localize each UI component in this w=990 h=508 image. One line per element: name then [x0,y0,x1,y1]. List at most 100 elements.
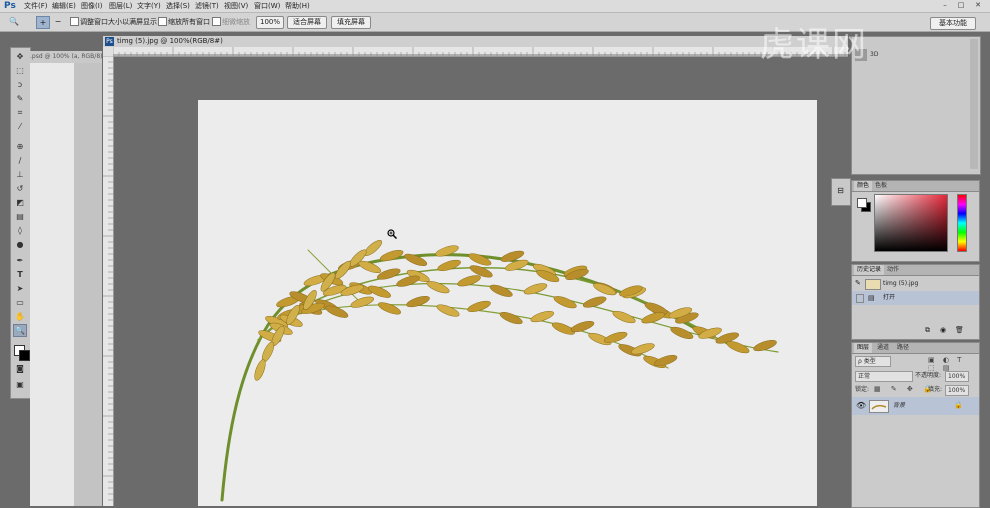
background-document-panel [74,63,102,506]
color-spectrum-field[interactable] [874,194,948,252]
zoom-out-icon[interactable]: − [52,16,64,27]
layers-panel: 图层 通道 路径 ρ 类型 ▣ ◐ T ⬚ ▤ 正常 不透明度: 100% 锁定… [851,342,980,508]
history-state-open[interactable]: ▤ 打开 [852,291,979,305]
scrubby-zoom-checkbox[interactable] [212,17,221,26]
rice-grain [426,281,450,294]
history-panel-tabs: 历史记录 动作 [852,265,979,276]
eyedropper-tool-icon[interactable]: ⁄ [13,120,27,133]
snapshot-name: timg (5).jpg [883,280,919,287]
rice-grain [406,296,430,308]
gradient-tool-icon[interactable]: ▤ [13,210,27,223]
document-canvas[interactable] [198,100,817,506]
lock-icons[interactable]: ▦ ✎ ✥ 🔒 [874,385,936,393]
panel-scrollbar[interactable] [970,39,978,169]
path-select-icon[interactable]: ➤ [13,282,27,295]
zoom-100-button[interactable]: 100% [256,16,284,29]
menu-layer[interactable]: 图层(L) [109,0,132,12]
maximize-button[interactable]: □ [955,1,967,10]
history-brush-icon[interactable]: ↺ [13,182,27,195]
fill-input[interactable]: 100% [945,385,969,396]
healing-brush-icon[interactable]: ⊕ [13,140,27,153]
layer-filter-icons[interactable]: ▣ ◐ T ⬚ ▤ [928,356,979,372]
shape-tool-icon[interactable]: ▭ [13,296,27,309]
layer-kind-filter[interactable]: ρ 类型 [855,356,891,367]
minimize-button[interactable]: – [939,1,951,10]
zoom-tool-preset-icon[interactable]: 🔍 [8,16,20,27]
lasso-tool-icon[interactable]: ↄ [13,78,27,91]
menu-select[interactable]: 选择(S) [166,0,190,12]
zoom-in-icon[interactable]: + [36,16,50,29]
brush-tool-icon[interactable]: ∕ [13,154,27,167]
horizontal-ruler[interactable] [113,47,848,57]
hand-tool-icon[interactable]: ✋ [13,310,27,323]
layer-name: 背景 [893,402,906,409]
zoom-all-checkbox[interactable] [158,17,167,26]
tab-swatches[interactable]: 色板 [872,181,890,191]
tab-paths[interactable]: 路径 [894,343,912,353]
menu-window[interactable]: 窗口(W) [254,0,280,12]
opacity-input[interactable]: 100% [945,371,969,382]
tab-actions[interactable]: 动作 [884,265,902,275]
rice-grain [530,310,555,323]
visibility-eye-icon[interactable]: 👁 [856,401,866,410]
menu-view[interactable]: 视图(V) [224,0,248,12]
ps-doc-icon: Ps [105,37,114,46]
menu-filter[interactable]: 滤镜(T) [195,0,219,12]
new-snapshot-icon[interactable]: ◉ [940,326,946,334]
fill-screen-button[interactable]: 填充屏幕 [331,16,371,29]
menu-help[interactable]: 帮助(H) [285,0,310,12]
quick-select-tool-icon[interactable]: ✎ [13,92,27,105]
menu-image[interactable]: 图像(I) [81,0,103,12]
hue-slider[interactable] [957,194,967,252]
history-open-icon: ▤ [868,294,875,302]
fit-screen-button[interactable]: 适合屏幕 [287,16,327,29]
background-color-swatch[interactable] [19,350,30,361]
screen-mode-icon[interactable]: ▣ [13,378,27,391]
rice-grain [377,302,401,315]
new-document-from-state-icon[interactable]: ⧉ [925,326,930,335]
blend-mode-select[interactable]: 正常 [855,371,913,382]
rice-grain [468,253,492,266]
close-button[interactable]: ✕ [972,1,984,10]
tab-layers[interactable]: 图层 [854,343,873,353]
clone-stamp-icon[interactable]: ⊥ [13,168,27,181]
crop-tool-icon[interactable]: ⌗ [13,106,27,119]
background-document-tab[interactable]: .psd @ 100% (a, RGB/8) [30,51,102,63]
pen-tool-icon[interactable]: ✒ [13,254,27,267]
vertical-ruler[interactable] [103,56,114,506]
photoshop-logo: Ps [4,1,16,11]
history-snapshot[interactable]: ✎ timg (5).jpg [852,277,979,291]
resize-windows-label: 调整窗口大小以满屏显示 [80,18,157,26]
document-title: timg (5).jpg @ 100%(RGB/8#) [117,37,223,45]
rice-grain [726,341,750,354]
menu-type[interactable]: 文字(Y) [137,0,161,12]
marquee-tool-icon[interactable]: ⬚ [13,64,27,77]
tab-channels[interactable]: 通道 [874,343,892,353]
rice-grain [437,259,461,272]
properties-icon[interactable]: ⊟ [835,184,846,198]
move-tool-icon[interactable]: ✥ [13,50,27,63]
layer-lock-icon: 🔒 [954,401,963,409]
menu-edit[interactable]: 编辑(E) [52,0,76,12]
tab-color[interactable]: 颜色 [854,181,873,191]
menu-file[interactable]: 文件(F) [24,0,48,12]
type-tool-icon[interactable]: T [13,268,27,281]
rice-grain [350,296,375,308]
menu-bar: Ps 文件(F) 编辑(E) 图像(I) 图层(L) 文字(Y) 选择(S) 滤… [0,0,990,13]
rice-grain [499,312,523,325]
color-fg-bg-swatches[interactable] [857,198,871,212]
resize-windows-checkbox[interactable] [70,17,79,26]
dodge-tool-icon[interactable]: ● [13,238,27,251]
layer-row-background[interactable]: 👁 背景 🔒 [852,397,979,415]
delete-state-icon[interactable]: 🗑 [955,326,964,334]
rice-grain [435,245,459,257]
eraser-tool-icon[interactable]: ◩ [13,196,27,209]
history-brush-source-icon[interactable]: ✎ [855,280,862,287]
zoom-tool-icon[interactable]: 🔍 [13,324,27,337]
history-checkbox[interactable] [856,294,864,303]
quick-mask-icon[interactable]: ◙ [13,362,27,375]
snapshot-thumbnail [865,279,881,290]
opacity-label: 不透明度: [915,372,942,379]
blur-tool-icon[interactable]: ◊ [13,224,27,237]
tab-history[interactable]: 历史记录 [854,265,885,275]
